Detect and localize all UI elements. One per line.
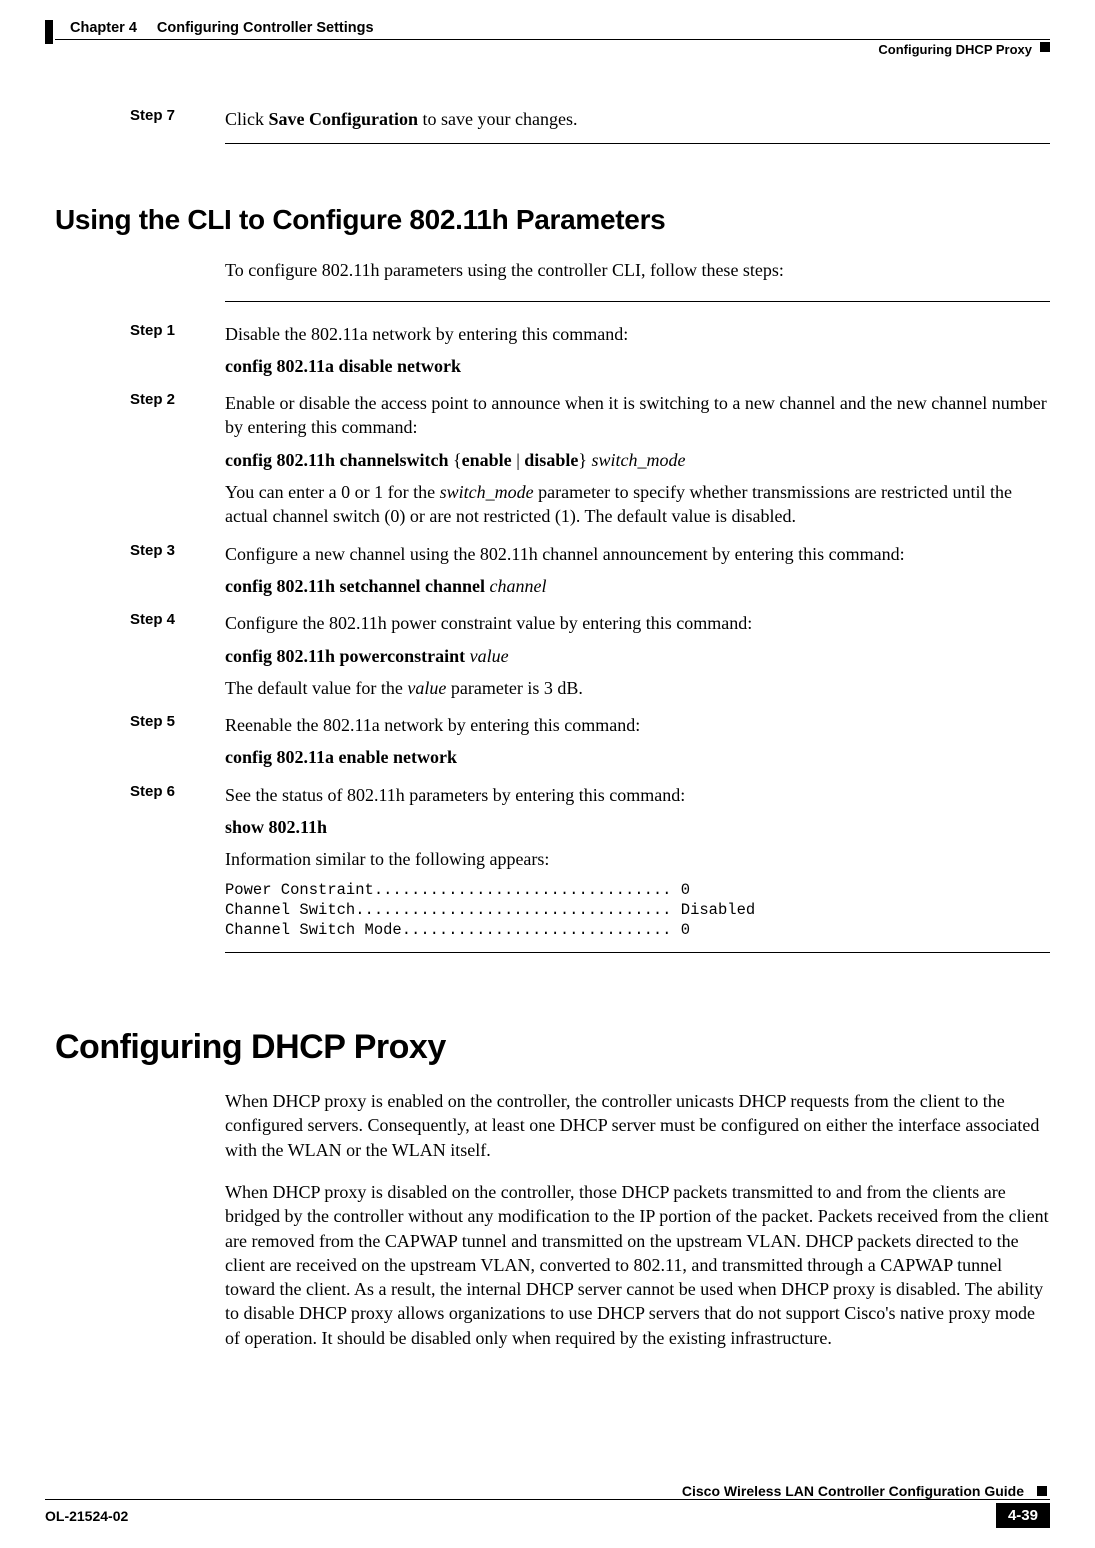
footer-page-number: 4-39 bbox=[996, 1503, 1050, 1528]
param-name: switch_mode bbox=[440, 482, 534, 502]
command-text: config 802.11h channelswitch bbox=[225, 450, 453, 470]
text-fragment: Click bbox=[225, 109, 269, 129]
step-description: Configure a new channel using the 802.11… bbox=[225, 542, 1050, 566]
text-bold: Save Configuration bbox=[269, 109, 419, 129]
step-text: Configure the 802.11h power constraint v… bbox=[225, 611, 1050, 708]
step-description: Configure the 802.11h power constraint v… bbox=[225, 611, 1050, 635]
step-text: Click Save Configuration to save your ch… bbox=[225, 107, 1050, 131]
step-text: Reenable the 802.11a network by entering… bbox=[225, 713, 1050, 778]
footer-marker-icon bbox=[1037, 1486, 1047, 1496]
step-2-row: Step 2 Enable or disable the access poin… bbox=[130, 391, 1050, 536]
step-5-row: Step 5 Reenable the 802.11a network by e… bbox=[130, 713, 1050, 778]
header-marker-box bbox=[1040, 42, 1050, 52]
step-description: Disable the 802.11a network by entering … bbox=[225, 322, 1050, 346]
step-description: Reenable the 802.11a network by entering… bbox=[225, 713, 1050, 737]
pipe: | bbox=[512, 450, 525, 470]
step-label: Step 4 bbox=[130, 611, 225, 708]
header-divider bbox=[55, 39, 1050, 40]
text-fragment: You can enter a 0 or 1 for the bbox=[225, 482, 440, 502]
step-label: Step 5 bbox=[130, 713, 225, 778]
command-option: enable bbox=[462, 450, 512, 470]
footer-guide-title: Cisco Wireless LAN Controller Configurat… bbox=[45, 1483, 1032, 1499]
step-4-row: Step 4 Configure the 802.11h power const… bbox=[130, 611, 1050, 708]
command-text: config 802.11a enable network bbox=[225, 745, 1050, 769]
heading-cli-80211h: Using the CLI to Configure 802.11h Param… bbox=[55, 204, 1050, 236]
page-header: Chapter 4 Configuring Controller Setting… bbox=[55, 20, 1050, 36]
command-output: Power Constraint........................… bbox=[225, 880, 1050, 940]
step-label: Step 6 bbox=[130, 783, 225, 940]
step-text: Enable or disable the access point to an… bbox=[225, 391, 1050, 536]
text-fragment: The default value for the bbox=[225, 678, 407, 698]
chapter-label: Chapter 4 bbox=[70, 20, 137, 36]
step-label: Step 2 bbox=[130, 391, 225, 536]
command-param: channel bbox=[490, 576, 547, 596]
command-param: switch_mode bbox=[587, 450, 686, 470]
step-description: See the status of 802.11h parameters by … bbox=[225, 783, 1050, 807]
command-option: disable bbox=[524, 450, 578, 470]
header-section-name: Configuring DHCP Proxy bbox=[878, 42, 1032, 57]
step-description: Enable or disable the access point to an… bbox=[225, 391, 1050, 440]
text-fragment: to save your changes. bbox=[418, 109, 577, 129]
command-text: config 802.11h setchannel channel bbox=[225, 576, 490, 596]
step-text: See the status of 802.11h parameters by … bbox=[225, 783, 1050, 940]
step-7-row: Step 7 Click Save Configuration to save … bbox=[130, 107, 1050, 131]
page-footer: Cisco Wireless LAN Controller Configurat… bbox=[45, 1483, 1050, 1528]
footer-divider bbox=[45, 1499, 1050, 1500]
command-text: show 802.11h bbox=[225, 815, 1050, 839]
footer-doc-id: OL-21524-02 bbox=[45, 1508, 128, 1524]
brace: { bbox=[453, 450, 462, 470]
step-text: Configure a new channel using the 802.11… bbox=[225, 542, 1050, 607]
section-divider bbox=[225, 143, 1050, 144]
step-6-row: Step 6 See the status of 802.11h paramet… bbox=[130, 783, 1050, 940]
body-paragraph: When DHCP proxy is disabled on the contr… bbox=[225, 1180, 1050, 1350]
command-text: config 802.11h powerconstraint bbox=[225, 646, 470, 666]
step-text: Disable the 802.11a network by entering … bbox=[225, 322, 1050, 387]
output-intro: Information similar to the following app… bbox=[225, 847, 1050, 871]
steps-start-divider bbox=[225, 301, 1050, 302]
command-text: config 802.11a disable network bbox=[225, 354, 1050, 378]
chapter-title: Configuring Controller Settings bbox=[157, 20, 374, 36]
text-fragment: parameter is 3 dB. bbox=[446, 678, 582, 698]
step-3-row: Step 3 Configure a new channel using the… bbox=[130, 542, 1050, 607]
step-1-row: Step 1 Disable the 802.11a network by en… bbox=[130, 322, 1050, 387]
step-label: Step 7 bbox=[130, 107, 225, 131]
step-label: Step 3 bbox=[130, 542, 225, 607]
body-paragraph: When DHCP proxy is enabled on the contro… bbox=[225, 1089, 1050, 1162]
step-label: Step 1 bbox=[130, 322, 225, 387]
steps-end-divider bbox=[225, 952, 1050, 953]
brace: } bbox=[578, 450, 587, 470]
intro-text: To configure 802.11h parameters using th… bbox=[225, 258, 1050, 282]
param-name: value bbox=[407, 678, 446, 698]
heading-dhcp-proxy: Configuring DHCP Proxy bbox=[55, 1028, 1050, 1067]
command-param: value bbox=[470, 646, 509, 666]
header-accent-bar bbox=[45, 20, 53, 44]
